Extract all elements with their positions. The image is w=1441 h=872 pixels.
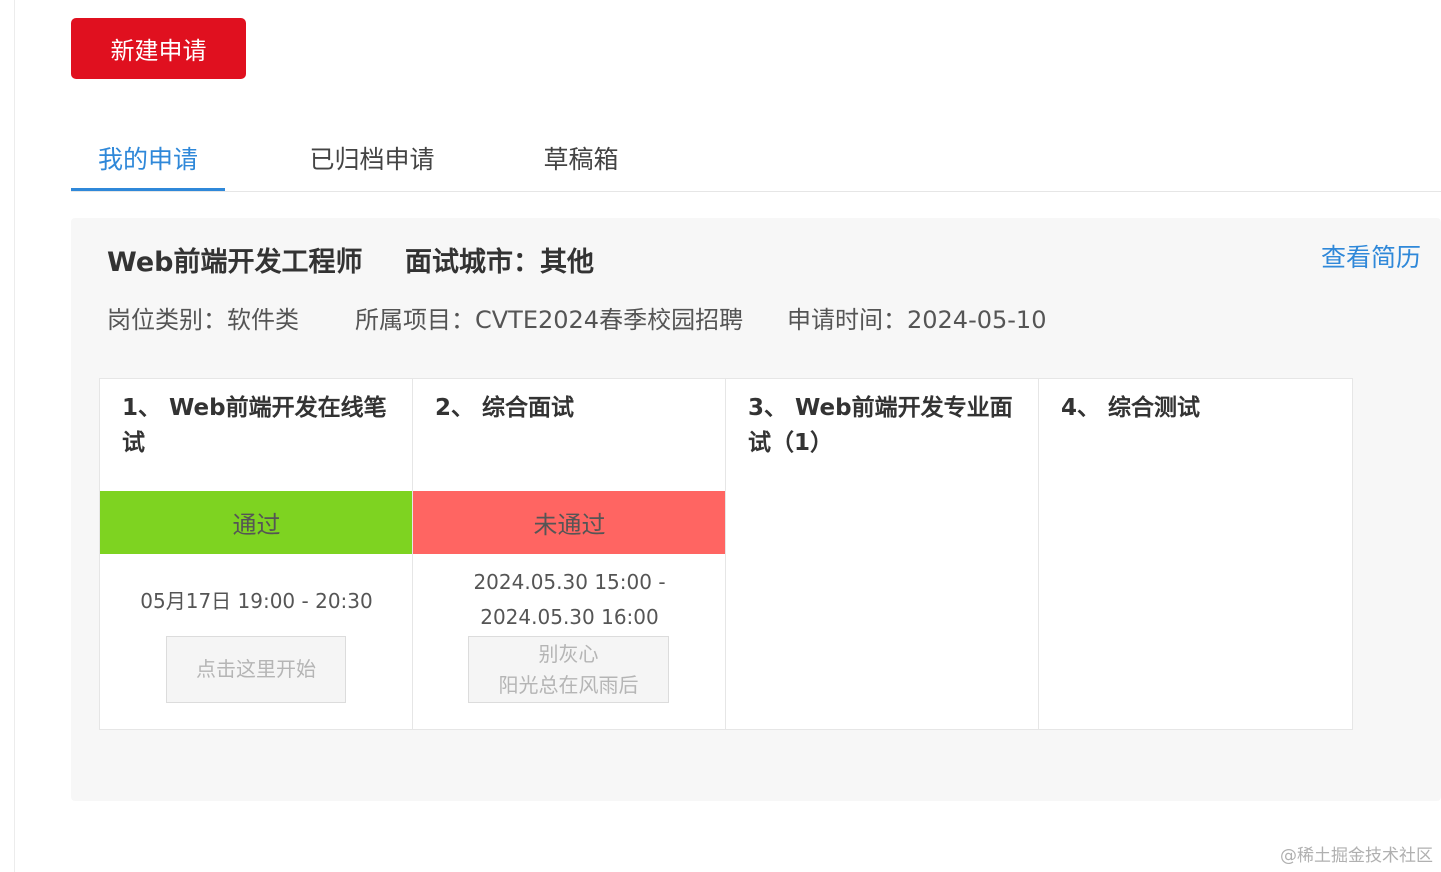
application-card: Web前端开发工程师 面试城市：其他 查看简历 岗位类别：软件类 所属项目：CV…	[71, 218, 1441, 801]
stage-title: 2、 综合面试	[435, 395, 575, 421]
stage-title: 4、 综合测试	[1061, 395, 1201, 421]
view-resume-link[interactable]: 查看简历	[1321, 238, 1421, 274]
job-category: 岗位类别：软件类	[107, 306, 299, 334]
application-tabs: 我的申请 已归档申请 草稿箱	[71, 128, 1441, 192]
button-line: 阳光总在风雨后	[498, 672, 639, 697]
stage-online-test: 1、 Web前端开发在线笔试 通过 05月17日 19:00 - 20:30 点…	[99, 378, 414, 730]
stage-title: 3、 Web前端开发专业面试（1）	[748, 395, 1013, 456]
status-badge-fail: 未通过	[413, 491, 726, 554]
apply-time: 申请时间：2024-05-10	[787, 306, 1047, 334]
button-line: 别灰心	[538, 641, 599, 666]
stage-time: 05月17日 19:00 - 20:30	[140, 589, 373, 613]
new-application-button[interactable]: 新建申请	[71, 18, 246, 79]
tab-my-applications[interactable]: 我的申请	[71, 128, 225, 191]
project-name: 所属项目：CVTE2024春季校园招聘	[355, 306, 744, 334]
encouragement-button: 别灰心 阳光总在风雨后	[468, 636, 669, 703]
stage-general-test: 4、 综合测试	[1038, 378, 1353, 730]
stage-time: 2024.05.30 15:00 - 2024.05.30 16:00	[473, 570, 666, 629]
stage-professional-interview: 3、 Web前端开发专业面试（1）	[725, 378, 1040, 730]
watermark: @稀土掘金技术社区	[1280, 846, 1433, 866]
job-title: Web前端开发工程师	[107, 247, 363, 278]
left-divider	[14, 0, 15, 872]
tab-drafts[interactable]: 草稿箱	[531, 128, 631, 188]
tab-archived-applications[interactable]: 已归档申请	[291, 128, 453, 188]
start-test-button[interactable]: 点击这里开始	[166, 636, 346, 703]
stage-title: 1、 Web前端开发在线笔试	[122, 395, 387, 456]
interview-city: 面试城市：其他	[405, 247, 594, 278]
stage-general-interview: 2、 综合面试 未通过 2024.05.30 15:00 - 2024.05.3…	[412, 378, 727, 730]
status-badge-pass: 通过	[100, 491, 413, 554]
